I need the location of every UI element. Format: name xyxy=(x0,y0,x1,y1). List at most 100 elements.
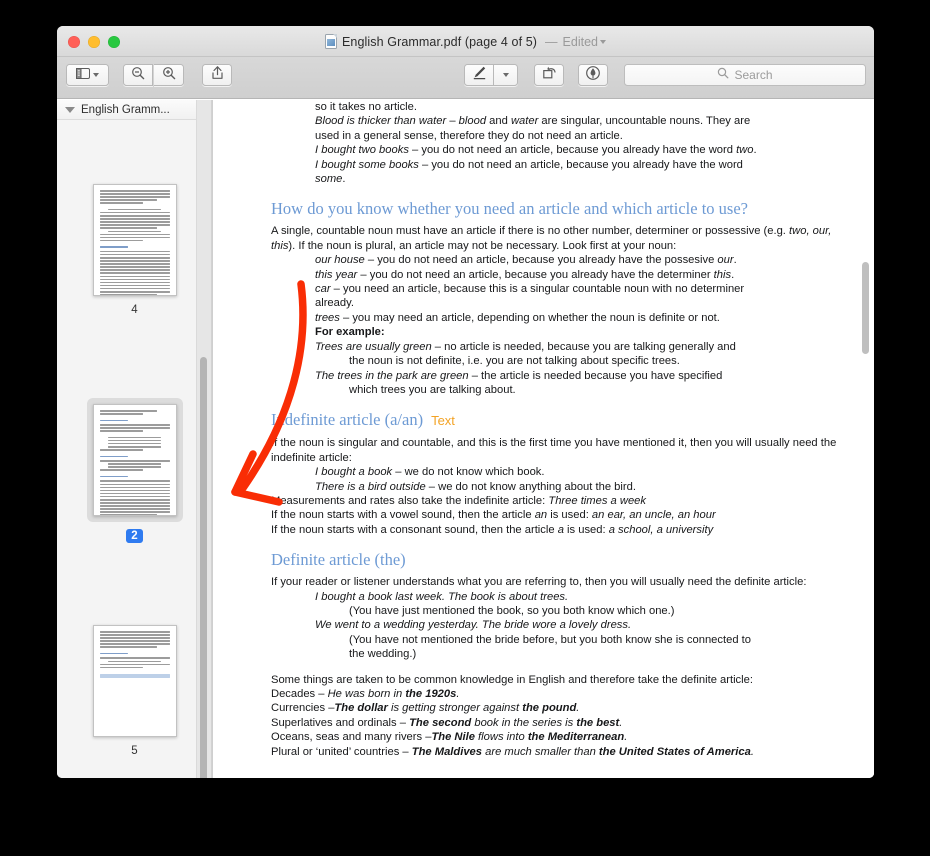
paragraph: already. xyxy=(271,296,856,310)
zoom-out-icon xyxy=(131,66,145,85)
section-heading-text: How do you know whether you need an arti… xyxy=(271,199,748,219)
share-button[interactable] xyxy=(202,64,232,86)
text-run: the Mediterranean xyxy=(527,731,625,744)
paragraph: Oceans, seas and many rivers –The Nile f… xyxy=(271,730,856,744)
rotate-button[interactable] xyxy=(534,64,564,86)
window-body: English Gramm... 4 2 5 so it takes no ar… xyxy=(57,100,874,778)
section-heading-text: Indefinite article (a/an) xyxy=(271,410,424,430)
text-run: our xyxy=(717,254,734,267)
text-run: There is a bird outside xyxy=(315,480,426,493)
text-run: Three times a week xyxy=(548,494,646,507)
markup-button[interactable] xyxy=(464,64,494,86)
thumbnail-page-2[interactable]: 2 xyxy=(57,398,211,543)
paragraph: I bought two books – you do not need an … xyxy=(271,143,856,157)
text-run: are singular, uncountable nouns. They ar… xyxy=(538,115,751,128)
share-icon xyxy=(211,65,224,85)
paragraph: (You have not mentioned the bride before… xyxy=(271,633,856,647)
text-run: (You have not mentioned the bride before… xyxy=(349,633,751,646)
text-run: – you do not need an article, because yo… xyxy=(408,144,737,157)
title-bar: English Grammar.pdf (page 4 of 5) — Edit… xyxy=(57,26,874,57)
text-run: flows into xyxy=(474,731,528,744)
text-run: . xyxy=(619,716,623,729)
edited-status-label: Edited xyxy=(562,34,598,49)
text-run: this xyxy=(713,268,732,281)
markup-pen-icon xyxy=(472,65,487,85)
title-dash: — xyxy=(545,34,558,49)
chevron-down-icon xyxy=(502,73,509,77)
thumbnail-page-5[interactable]: 5 xyxy=(57,625,211,758)
text-run: – we do not know anything about the bird… xyxy=(425,480,636,493)
text-run: . xyxy=(753,144,757,157)
text-run: – you may need an article, depending on … xyxy=(339,311,720,324)
paragraph: (You have just mentioned the book, so yo… xyxy=(271,604,856,618)
document-view[interactable]: so it takes no article. Blood is thicker … xyxy=(212,100,874,778)
paragraph: Blood is thicker than water – blood and … xyxy=(271,114,856,128)
thumbnail-page-label: 4 xyxy=(131,304,138,316)
text-run: – no article is needed, because you are … xyxy=(431,340,736,353)
thumbnail-outer xyxy=(86,398,183,522)
highlight-button[interactable] xyxy=(578,64,608,86)
text-run: If the noun is singular and countable, a… xyxy=(271,437,837,464)
text-run: two xyxy=(736,144,754,157)
paragraph: If the noun starts with a consonant soun… xyxy=(271,523,856,537)
text-run: trees xyxy=(315,311,340,324)
paragraph: If the noun is singular and countable, a… xyxy=(271,436,856,465)
text-run: Oceans, seas and many rivers – xyxy=(271,731,432,744)
text-run: . xyxy=(624,731,628,744)
edited-status-menu[interactable]: Edited xyxy=(563,35,606,49)
thumbnail-preview xyxy=(92,184,177,296)
search-placeholder-text: Search xyxy=(734,68,773,82)
text-run: the noun is not definite, i.e. you are n… xyxy=(349,355,680,368)
document-scrollbar-thumb[interactable] xyxy=(862,262,869,354)
toolbar: Search xyxy=(57,57,874,99)
paragraph: Measurements and rates also take the ind… xyxy=(271,494,856,508)
sidebar-toggle-icon xyxy=(76,66,90,84)
zoom-out-button[interactable] xyxy=(123,64,153,86)
thumbnail-page-4[interactable]: 4 xyxy=(57,184,211,317)
search-icon xyxy=(717,66,729,84)
text-run: . xyxy=(342,173,346,186)
paragraph: Decades – He was born in the 1920s. xyxy=(271,687,856,701)
text-run: water xyxy=(510,115,539,128)
paragraph: car – you need an article, because this … xyxy=(271,282,856,296)
text-run: For example: xyxy=(315,326,385,339)
text-annotation[interactable]: Text xyxy=(431,413,455,428)
text-run: I bought two books xyxy=(315,144,409,157)
disclosure-triangle-icon[interactable] xyxy=(65,106,75,113)
sidebar-header[interactable]: English Gramm... xyxy=(57,100,211,120)
paragraph: this year – you do not need an article, … xyxy=(271,268,856,282)
text-run: the wedding.) xyxy=(349,648,417,661)
pdf-page-content: so it takes no article. Blood is thicker … xyxy=(213,100,874,778)
zoom-in-button[interactable] xyxy=(154,64,184,86)
text-run: Decades – xyxy=(271,688,328,700)
text-run: – we do not know which book. xyxy=(392,466,545,479)
paragraph: For example: xyxy=(271,325,856,339)
text-run: Measurements and rates also take the ind… xyxy=(271,494,549,507)
sidebar-header-label: English Gramm... xyxy=(81,103,170,116)
text-run: is getting stronger against xyxy=(387,702,523,715)
text-run: the 1920s xyxy=(405,688,457,700)
paragraph: The trees in the park are green – the ar… xyxy=(271,369,856,383)
sidebar-toggle-button[interactable] xyxy=(66,64,109,86)
text-run: – the article is needed because you have… xyxy=(468,369,723,382)
text-run: The Nile xyxy=(431,731,475,744)
text-run: ). If the noun is plural, an article may… xyxy=(288,239,677,252)
text-run: which trees you are talking about. xyxy=(349,383,516,396)
search-input[interactable]: Search xyxy=(624,64,866,86)
document-title-text: English Grammar.pdf (page 4 of 5) xyxy=(341,34,538,49)
text-run: car xyxy=(315,283,331,296)
text-run: Blood is thicker than water xyxy=(315,115,447,128)
paragraph: so it takes no article. xyxy=(271,100,856,114)
paragraph: trees – you may need an article, dependi… xyxy=(271,311,856,325)
paragraph: We went to a wedding yesterday. The brid… xyxy=(271,618,856,632)
text-run: used in a general sense, therefore they … xyxy=(315,129,623,142)
markup-options-button[interactable] xyxy=(494,64,518,86)
paragraph: used in a general sense, therefore they … xyxy=(271,129,856,143)
chevron-down-icon xyxy=(600,40,606,45)
paragraph: If the noun starts with a vowel sound, t… xyxy=(271,508,856,522)
paragraph: Some things are taken to be common knowl… xyxy=(271,673,856,687)
paragraph: the noun is not definite, i.e. you are n… xyxy=(271,354,856,368)
text-run: Currencies – xyxy=(271,702,335,715)
text-run: – xyxy=(446,115,459,128)
text-run: The dollar xyxy=(334,702,388,715)
